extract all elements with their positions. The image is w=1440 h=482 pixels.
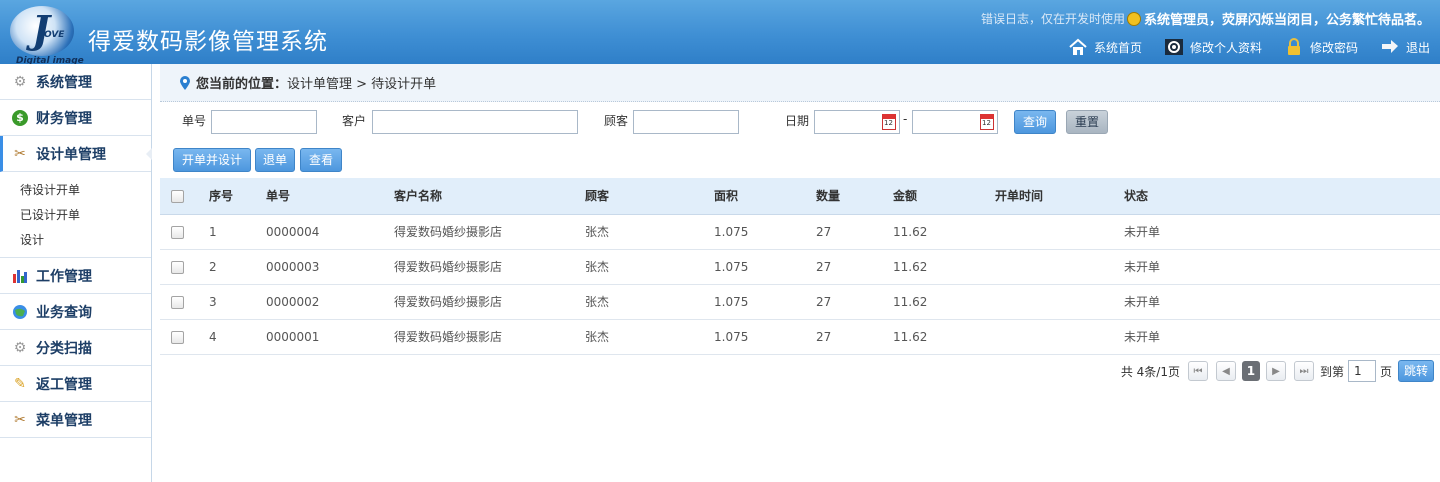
sidebar-item-work[interactable]: 工作管理 [0, 258, 151, 294]
app-logo: J OVE Digital image [8, 4, 84, 66]
row-checkbox[interactable] [171, 295, 184, 309]
main-content: 您当前的位置： 设计单管理 > 待设计开单 单号 客户 顾客 日期 - 查询 重… [160, 64, 1440, 482]
filter-bar: 单号 客户 顾客 日期 - 查询 重置 [160, 102, 1440, 138]
view-button[interactable]: 查看 [300, 148, 342, 172]
sidebar-item-query[interactable]: 业务查询 [0, 294, 151, 330]
globe-icon [12, 304, 28, 320]
col-header: 单号 [266, 178, 394, 215]
table-row[interactable]: 4 0000001 得爱数码婚纱摄影店 张杰 1.075 27 11.62 未开单 [160, 319, 1440, 355]
col-header: 客户名称 [394, 178, 585, 215]
client-input[interactable] [633, 110, 739, 134]
error-log-link[interactable]: 错误日志，仅在开发时使用 [981, 10, 1125, 27]
open-and-design-button[interactable]: 开单并设计 [173, 148, 251, 172]
return-order-button[interactable]: 退单 [255, 148, 295, 172]
action-bar: 开单并设计 退单 查看 [160, 138, 1440, 172]
pagination: 共 4条/1页 ⏮ ◀ 1 ▶ ⏭ 到第 1 页 跳转 [1121, 360, 1434, 382]
col-header: 顾客 [585, 178, 714, 215]
gear-icon: ⚙ [13, 339, 27, 356]
row-checkbox[interactable] [171, 260, 184, 274]
submenu-pending-design[interactable]: 待设计开单 [20, 178, 151, 203]
location-pin-icon [180, 75, 190, 90]
customer-input[interactable] [372, 110, 578, 134]
first-page-icon[interactable]: ⏮ [1187, 361, 1208, 381]
jump-button[interactable]: 跳转 [1398, 360, 1434, 382]
last-page-icon[interactable]: ⏭ [1293, 361, 1314, 381]
gear-icon [1164, 38, 1184, 56]
bar-chart-icon [12, 268, 28, 284]
sidebar-item-scan[interactable]: ⚙ 分类扫描 [0, 330, 151, 366]
app-header: J OVE Digital image 得爱数码影像管理系统 错误日志，仅在开发… [0, 0, 1440, 66]
sidebar-item-finance[interactable]: $ 财务管理 [0, 100, 151, 136]
top-nav: 系统首页 修改个人资料 修改密码 退出 [1068, 38, 1430, 56]
tools-icon: ✂ [14, 145, 26, 162]
table-row[interactable]: 2 0000003 得爱数码婚纱摄影店 张杰 1.075 27 11.62 未开单 [160, 249, 1440, 285]
query-button[interactable]: 查询 [1014, 110, 1056, 134]
gear-icon: ⚙ [13, 73, 27, 90]
row-checkbox[interactable] [171, 225, 184, 239]
submenu-design[interactable]: 设计 [20, 228, 151, 253]
date-end-input[interactable] [912, 110, 998, 134]
page-number-input[interactable]: 1 [1347, 360, 1376, 382]
order-no-input[interactable] [211, 110, 317, 134]
logout-link[interactable]: 退出 [1380, 38, 1430, 56]
money-icon: $ [12, 109, 28, 126]
submenu-designed[interactable]: 已设计开单 [20, 203, 151, 228]
current-page[interactable]: 1 [1241, 361, 1260, 381]
home-icon [1068, 38, 1088, 56]
col-header: 面积 [714, 178, 816, 215]
next-page-icon[interactable]: ▶ [1265, 361, 1286, 381]
edit-profile-link[interactable]: 修改个人资料 [1164, 38, 1262, 56]
calendar-icon[interactable] [882, 114, 896, 130]
table-row[interactable]: 1 0000004 得爱数码婚纱摄影店 张杰 1.075 27 11.62 未开单 [160, 214, 1440, 250]
col-header: 状态 [1124, 178, 1440, 215]
page-summary: 共 4条/1页 [1120, 364, 1180, 379]
table-row[interactable]: 3 0000002 得爱数码婚纱摄影店 张杰 1.075 27 11.62 未开单 [160, 284, 1440, 320]
select-all-checkbox[interactable] [171, 189, 184, 203]
col-header: 序号 [209, 178, 266, 215]
col-header: 金额 [893, 178, 995, 215]
sidebar: ⚙ 系统管理 $ 财务管理 ✂ 设计单管理 待设计开单 已设计开单 设计 工作管… [0, 64, 152, 482]
header-status: 错误日志，仅在开发时使用 系统管理员，荧屏闪烁当闭目，公务繁忙待品茗。 [981, 9, 1430, 28]
change-password-link[interactable]: 修改密码 [1284, 38, 1358, 56]
lock-icon [1284, 38, 1304, 56]
sidebar-item-design-orders[interactable]: ✂ 设计单管理 [0, 136, 152, 172]
breadcrumb: 您当前的位置： 设计单管理 > 待设计开单 [160, 64, 1440, 102]
exit-arrow-icon [1380, 38, 1400, 56]
orders-table: 序号 单号 客户名称 顾客 面积 数量 金额 开单时间 状态 1 0000004 得… [160, 178, 1440, 355]
user-greeting: 系统管理员，荧屏闪烁当闭目，公务繁忙待品茗。 [1143, 13, 1430, 28]
home-link[interactable]: 系统首页 [1068, 38, 1142, 56]
col-header: 数量 [816, 178, 893, 215]
sidebar-submenu: 待设计开单 已设计开单 设计 [0, 172, 151, 258]
row-checkbox[interactable] [171, 330, 184, 344]
reset-button[interactable]: 重置 [1066, 110, 1108, 134]
user-icon [1126, 11, 1141, 26]
tools-icon: ✂ [14, 411, 26, 428]
calendar-icon[interactable] [980, 114, 994, 130]
sidebar-item-system[interactable]: ⚙ 系统管理 [0, 64, 151, 100]
pencil-icon: ✎ [14, 375, 26, 392]
table-header-row: 序号 单号 客户名称 顾客 面积 数量 金额 开单时间 状态 [160, 178, 1440, 215]
app-title: 得爱数码影像管理系统 [88, 29, 328, 55]
date-start-input[interactable] [814, 110, 900, 134]
prev-page-icon[interactable]: ◀ [1215, 361, 1236, 381]
sidebar-item-menu[interactable]: ✂ 菜单管理 [0, 402, 151, 438]
sidebar-item-rework[interactable]: ✎ 返工管理 [0, 366, 151, 402]
col-header: 开单时间 [995, 178, 1124, 215]
